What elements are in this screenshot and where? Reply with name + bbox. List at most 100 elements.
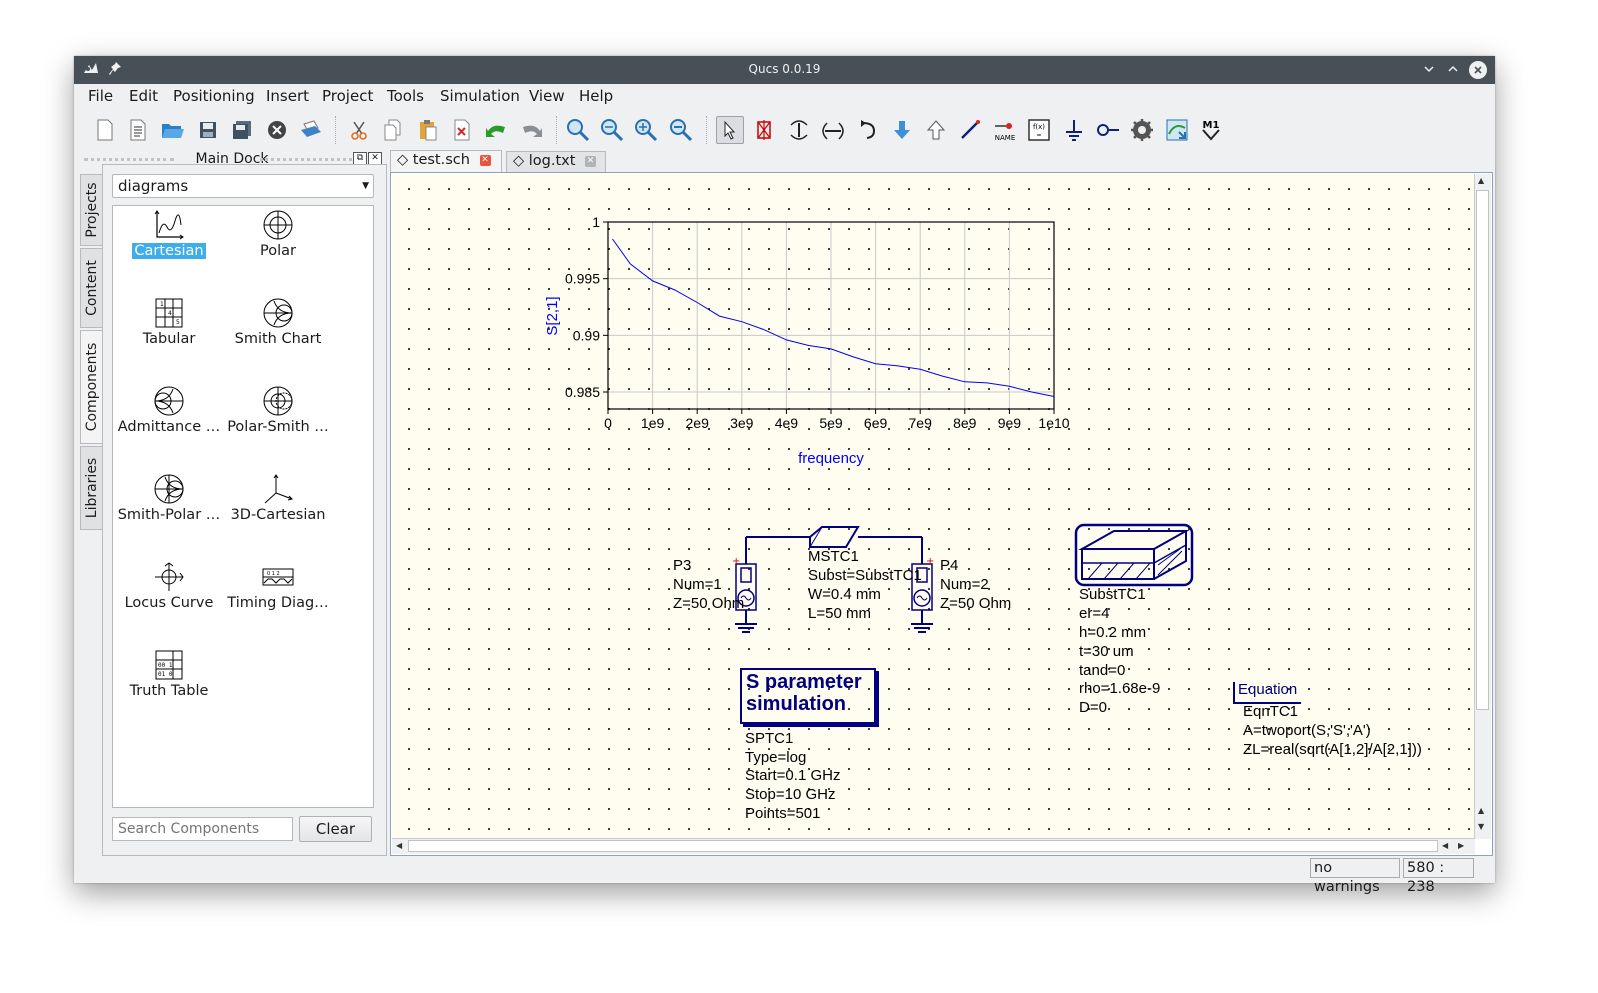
p3-name[interactable]: P3 [673, 556, 691, 575]
dock-grip[interactable] [260, 158, 352, 161]
scroll-right-icon[interactable]: ▶ [1458, 841, 1464, 850]
component-item[interactable]: Polar-Smith … [224, 385, 332, 435]
schematic-canvas[interactable]: 0 1e9 2e9 3e9 4e9 5e9 6e9 7e9 8e9 9e9 1e10 1 0.995 0… [392, 174, 1475, 839]
mstc1-name[interactable]: MSTC1 [808, 547, 859, 566]
marker-icon[interactable]: M1 [1197, 116, 1225, 144]
tab-log-txt[interactable]: ◇ log.txt ✕ [506, 151, 606, 172]
zoom-in-icon[interactable] [632, 116, 660, 144]
scroll-left-icon[interactable]: ◀ [396, 841, 402, 850]
tab-test-sch[interactable]: ◇ test.sch ✕ [390, 150, 502, 172]
p3-impedance[interactable]: Z=50 Ohm [673, 594, 744, 613]
save-all-icon[interactable] [228, 116, 256, 144]
pop-out-icon[interactable] [922, 116, 950, 144]
menu-project[interactable]: Project [322, 87, 373, 105]
mirror-x-icon[interactable] [785, 116, 813, 144]
clear-button[interactable]: Clear [299, 816, 372, 842]
p3-num[interactable]: Num=1 [673, 575, 722, 594]
p4-num[interactable]: Num=2 [940, 575, 989, 594]
subst-er[interactable]: er=4 [1079, 604, 1109, 623]
tab-components[interactable]: Components [80, 330, 102, 444]
undo-icon[interactable] [483, 116, 511, 144]
component-item[interactable]: 3D-Cartesian [224, 473, 332, 523]
substrate-symbol[interactable] [1074, 523, 1196, 589]
component-item[interactable]: 00 1 01 0 Truth Table [115, 649, 223, 699]
component-item[interactable]: Smith Chart [224, 297, 332, 347]
scroll-left-icon[interactable]: ◀ [1442, 841, 1448, 850]
print-icon[interactable] [297, 116, 325, 144]
component-item[interactable]: Admittance … [115, 385, 223, 435]
open-icon[interactable] [159, 116, 187, 144]
ground-icon[interactable] [1060, 116, 1088, 144]
microstrip-line-symbol[interactable] [809, 526, 860, 548]
category-select[interactable]: diagrams ▼ [112, 174, 374, 198]
component-item[interactable]: 0 1 2 Timing Diag… [224, 561, 332, 611]
menu-edit[interactable]: Edit [129, 87, 158, 105]
delete-icon[interactable] [448, 116, 476, 144]
subst-tand[interactable]: tand=0 [1079, 661, 1125, 680]
simulate-icon[interactable] [1128, 116, 1156, 144]
tab-libraries[interactable]: Libraries [80, 446, 102, 530]
equation-title[interactable]: Equation [1238, 680, 1297, 699]
menu-positioning[interactable]: Positioning [173, 87, 255, 105]
subst-h[interactable]: h=0.2 mm [1079, 623, 1146, 642]
maximize-icon[interactable] [1442, 59, 1464, 81]
close-tab-icon[interactable]: ✕ [585, 155, 597, 167]
rotate-icon[interactable] [854, 116, 882, 144]
new-file-icon[interactable] [91, 116, 119, 144]
wire-icon[interactable] [956, 116, 984, 144]
menu-help[interactable]: Help [579, 87, 613, 105]
component-item[interactable]: Cartesian [115, 209, 223, 259]
subst-t[interactable]: t=30 um [1079, 642, 1134, 661]
cut-icon[interactable] [345, 116, 373, 144]
zoom-fit-icon[interactable] [564, 116, 592, 144]
sptc1-type[interactable]: Type=log [745, 748, 806, 767]
mstc1-width[interactable]: W=0.4 mm [808, 585, 881, 604]
close-icon[interactable] [263, 116, 291, 144]
zoom-selection-icon[interactable] [598, 116, 626, 144]
search-input[interactable] [112, 817, 293, 841]
menu-tools[interactable]: Tools [387, 87, 424, 105]
paste-icon[interactable] [414, 116, 442, 144]
p4-impedance[interactable]: Z=50 Ohm [940, 594, 1011, 613]
go-into-subcircuit-icon[interactable] [888, 116, 916, 144]
horizontal-scrollbar[interactable]: ◀ ◀ ▶ [392, 838, 1475, 854]
simulation-box[interactable]: S parameter simulation [740, 668, 876, 724]
component-item[interactable]: Locus Curve [115, 561, 223, 611]
subst-d[interactable]: D=0 [1079, 698, 1107, 717]
menu-file[interactable]: File [88, 87, 113, 105]
zoom-out-icon[interactable] [667, 116, 695, 144]
mirror-y-icon[interactable] [819, 116, 847, 144]
save-icon[interactable] [194, 116, 222, 144]
equation-a[interactable]: A=twoport(S,'S','A') [1243, 721, 1371, 740]
subst-rho[interactable]: rho=1.68e-9 [1079, 679, 1160, 698]
tab-content[interactable]: Content [80, 248, 102, 328]
close-tab-icon[interactable]: ✕ [479, 154, 491, 166]
component-item[interactable]: Polar [224, 209, 332, 259]
equation-zl[interactable]: ZL=real(sqrt(A[1,2]/A[2,1])) [1243, 740, 1422, 759]
new-text-icon[interactable] [124, 116, 152, 144]
tab-projects[interactable]: Projects [80, 174, 102, 246]
deactivate-icon[interactable] [750, 116, 778, 144]
view-data-icon[interactable] [1163, 116, 1191, 144]
menu-view[interactable]: View [529, 87, 565, 105]
vertical-scroll-thumb[interactable] [1476, 190, 1489, 710]
component-item[interactable]: Smith-Polar … [115, 473, 223, 523]
mstc1-length[interactable]: L=50 mm [808, 604, 871, 623]
menu-simulation[interactable]: Simulation [440, 87, 520, 105]
scroll-down-icon[interactable]: ▼ [1478, 822, 1484, 831]
menu-insert[interactable]: Insert [266, 87, 309, 105]
equation-icon[interactable]: f(x) = [1025, 116, 1053, 144]
p4-name[interactable]: P4 [940, 556, 958, 575]
warnings-status[interactable]: no warnings [1310, 858, 1400, 895]
copy-icon[interactable] [379, 116, 407, 144]
sptc1-start[interactable]: Start=0.1 GHz [745, 766, 840, 785]
sptc1-points[interactable]: Points=501 [745, 804, 820, 823]
component-item[interactable]: 145 Tabular [115, 297, 223, 347]
subst-name[interactable]: SubstTC1 [1079, 585, 1146, 604]
chevron-down-icon[interactable] [1418, 59, 1440, 81]
close-window-icon[interactable] [1469, 61, 1487, 79]
select-icon[interactable] [716, 116, 744, 144]
scroll-up-icon[interactable]: ▲ [1478, 806, 1484, 815]
equation-name[interactable]: EqnTC1 [1243, 702, 1298, 721]
redo-icon[interactable] [517, 116, 545, 144]
